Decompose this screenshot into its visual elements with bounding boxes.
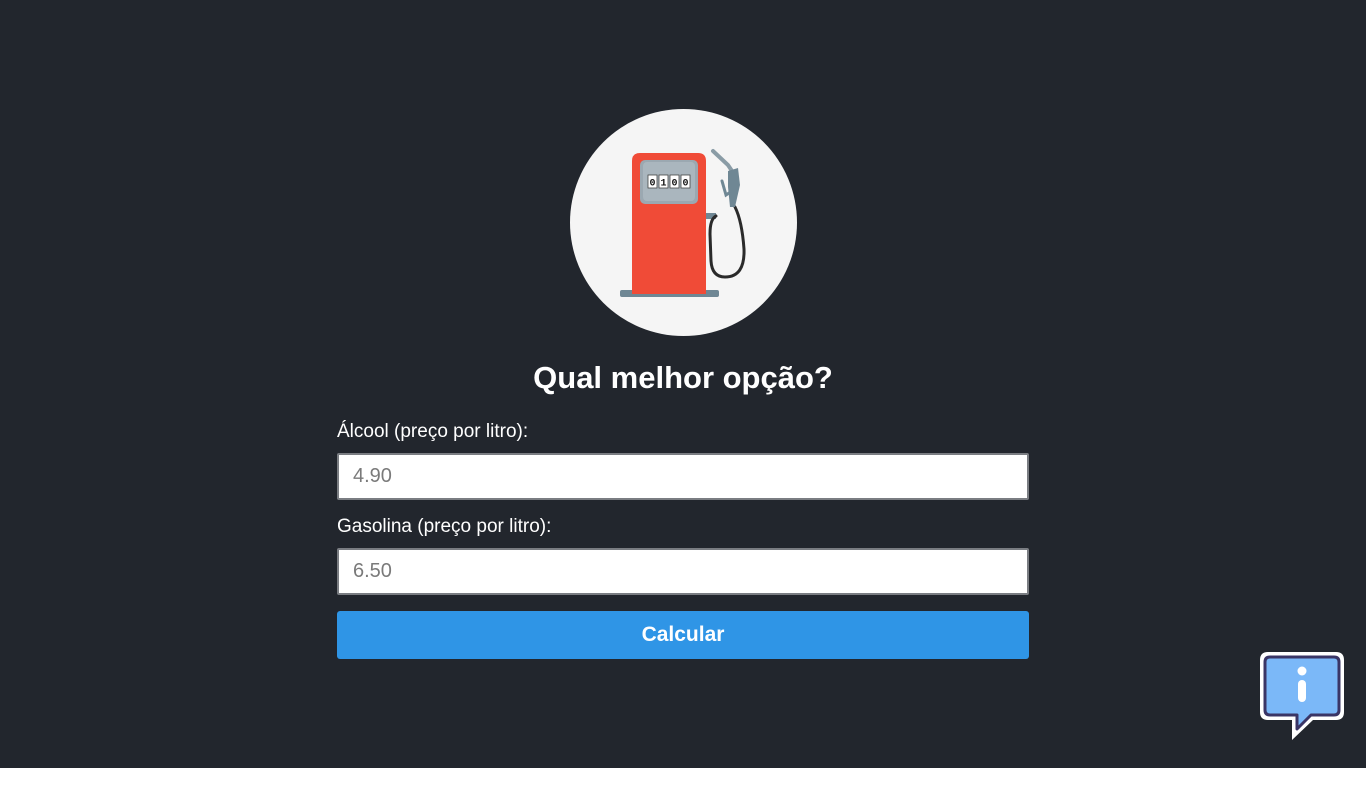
alcool-label: Álcool (preço por litro): xyxy=(337,421,529,442)
calcular-button[interactable]: Calcular xyxy=(337,611,1029,659)
counter-digit: 0 xyxy=(671,179,677,190)
logo: 0 1 0 0 xyxy=(570,109,797,336)
info-speech-bubble-icon xyxy=(1260,652,1344,740)
info-button[interactable] xyxy=(1258,650,1346,742)
fuel-pump-icon: 0 1 0 0 xyxy=(620,149,746,297)
page-title: Qual melhor opção? xyxy=(533,360,833,395)
counter-digit: 1 xyxy=(660,179,666,190)
counter-digit: 0 xyxy=(682,179,688,190)
app-container: 0 1 0 0 Qual melhor opção? Álcool (preço… xyxy=(0,0,1366,768)
counter-digit: 0 xyxy=(649,179,655,190)
alcool-price-input[interactable] xyxy=(337,453,1029,500)
gasolina-price-input[interactable] xyxy=(337,548,1029,595)
gasolina-label: Gasolina (preço por litro): xyxy=(337,516,552,537)
